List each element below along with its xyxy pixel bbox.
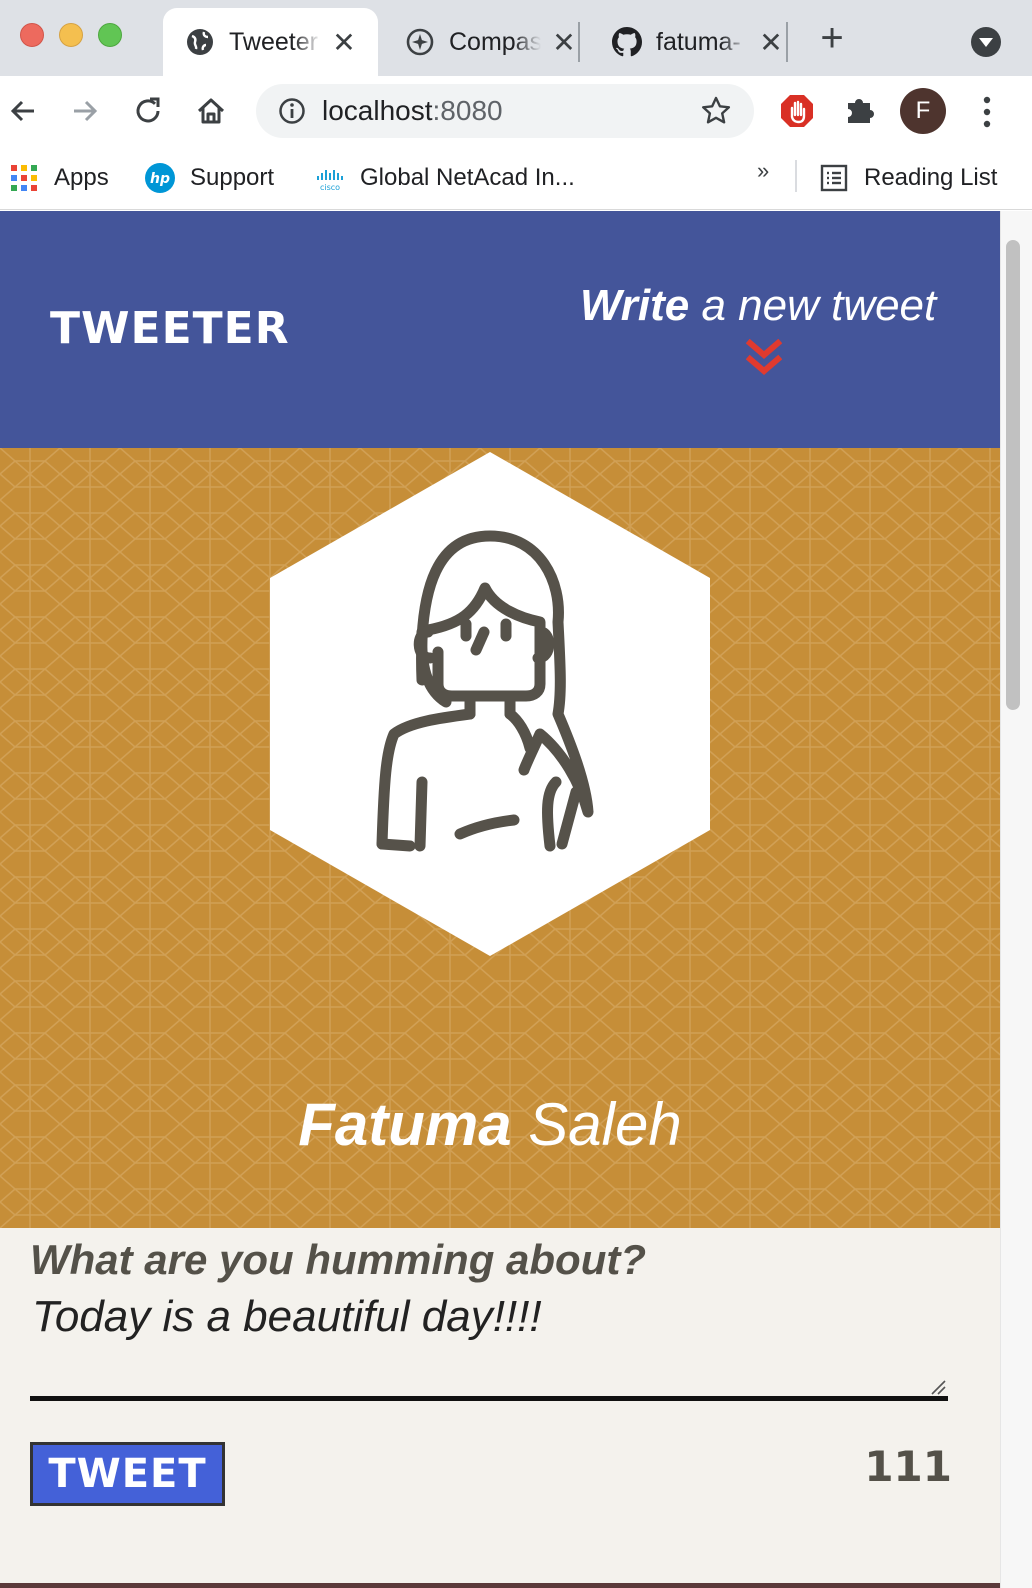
next-section-edge [0,1583,1000,1588]
bookmarks-separator [795,160,797,192]
cisco-icon: cisco [314,162,346,194]
tab-search-icon[interactable] [971,27,1001,57]
back-icon[interactable] [2,90,44,132]
bookmarks-overflow-button[interactable]: » [757,158,769,184]
tab-title: Tweeter [229,27,318,56]
github-icon [612,27,642,57]
bookmark-netacad[interactable]: cisco Global NetAcad In... [314,160,575,196]
tab-strip: Tweeter ✕ Compass ✕ fatuma- ✕ + [0,0,1032,76]
window-minimize-button[interactable] [59,23,83,47]
site-header: TWEETER Write a new tweet [0,211,1000,448]
tab-close-icon[interactable]: ✕ [756,26,786,59]
bookmark-label: Support [190,164,275,191]
reading-list-label: Reading List [864,164,998,191]
address-bar[interactable]: localhost:8080 [256,84,754,138]
tab-tweeter[interactable]: Tweeter ✕ [163,8,378,76]
adblock-extension-icon[interactable] [779,93,815,129]
forward-icon[interactable] [64,90,106,132]
browser-toolbar: localhost:8080 F [0,76,1032,146]
resize-handle-icon[interactable] [930,1379,946,1395]
bookmarks-bar: Apps hp Support cisco Global NetAcad In.… [0,146,1032,210]
new-tab-button[interactable]: + [812,18,852,58]
profile-first-name: Fatuma [298,1091,512,1158]
profile-avatar-hexagon [270,452,710,956]
page-viewport: TWEETER Write a new tweet Fatuma Saleh W… [0,211,1000,1588]
tab-github[interactable]: fatuma- ✕ [590,8,790,76]
character-counter: 111 [864,1442,952,1491]
bookmark-support[interactable]: hp Support [144,160,274,196]
browser-menu-icon[interactable] [972,94,1002,130]
tab-title: Compass [449,27,541,56]
hp-icon: hp [144,162,176,194]
profile-last-name: Saleh [528,1091,682,1158]
window-close-button[interactable] [20,23,44,47]
composer-prompt: What are you humming about? [30,1236,646,1283]
site-info-icon[interactable] [278,97,306,125]
write-bold-text: Write [580,281,690,330]
svg-text:cisco: cisco [320,183,340,192]
profile-name: Fatuma Saleh [0,1090,980,1159]
tab-close-icon[interactable]: ✕ [549,26,579,59]
window-zoom-button[interactable] [98,23,122,47]
compass-icon [405,27,435,57]
site-logo[interactable]: TWEETER [50,303,290,354]
bookmark-apps[interactable]: Apps [8,160,109,196]
scrollbar-thumb[interactable] [1006,240,1020,710]
url-port: :8080 [432,95,503,126]
bookmark-label: Global NetAcad In... [360,164,575,191]
textarea-underline [30,1396,948,1401]
tab-compass[interactable]: Compass ✕ [383,8,583,76]
bookmark-star-icon[interactable] [700,95,732,127]
extensions-puzzle-icon[interactable] [842,93,878,129]
url-host: localhost [322,95,433,126]
tab-separator [578,22,580,62]
tab-close-icon[interactable]: ✕ [329,26,359,59]
tweet-composer: What are you humming about? Today is a b… [0,1228,1000,1588]
globe-icon [185,27,215,57]
tab-title: fatuma- [656,27,741,56]
reading-list-icon [818,162,850,194]
svg-text:hp: hp [150,171,170,187]
tweet-submit-button[interactable]: TWEET [30,1442,225,1506]
write-rest-text: a new tweet [701,281,937,330]
apps-grid-icon [8,162,40,194]
home-icon[interactable] [190,90,232,132]
bookmark-label: Apps [54,164,109,191]
reload-icon[interactable] [127,90,169,132]
write-new-tweet-link[interactable]: Write a new tweet [580,281,936,331]
double-chevron-down-icon[interactable] [746,339,782,379]
tab-separator [786,22,788,62]
profile-banner: Fatuma Saleh [0,448,1000,1228]
url-text: localhost:8080 [322,95,503,127]
profile-avatar[interactable]: F [900,88,946,134]
tweet-textarea[interactable]: Today is a beautiful day!!!! [32,1292,948,1392]
reading-list-button[interactable]: Reading List [818,160,997,196]
